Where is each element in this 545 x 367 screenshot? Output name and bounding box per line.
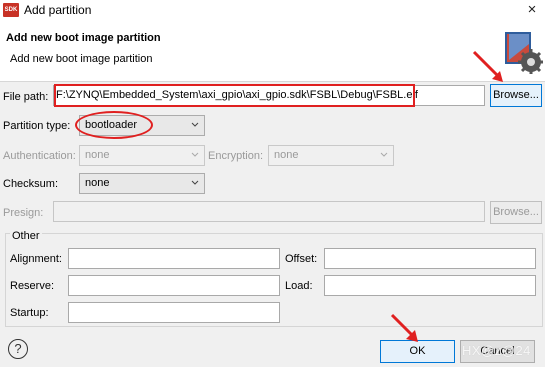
reserve-label: Reserve: (10, 280, 55, 292)
window-title: Add partition (24, 3, 92, 17)
watermark-text: HX@z@24 (462, 343, 531, 358)
checksum-label: Checksum: (3, 178, 59, 190)
encryption-select[interactable]: none (268, 145, 394, 166)
authentication-label: Authentication: (3, 150, 76, 162)
help-icon[interactable]: ? (8, 339, 28, 359)
presign-label: Presign: (3, 207, 44, 219)
dialog-header (0, 22, 545, 82)
checksum-select[interactable]: none (79, 173, 205, 194)
checksum-value: none (85, 177, 110, 189)
startup-label: Startup: (10, 307, 49, 319)
presign-input[interactable] (53, 201, 485, 222)
presign-browse-button[interactable]: Browse... (490, 201, 542, 224)
alignment-label: Alignment: (10, 253, 62, 265)
chevron-down-icon (380, 152, 388, 157)
chevron-down-icon (191, 122, 199, 127)
alignment-input[interactable] (68, 248, 280, 269)
startup-input[interactable] (68, 302, 280, 323)
header-description: Add new boot image partition (10, 53, 153, 65)
load-label: Load: (285, 280, 313, 292)
chevron-down-icon (191, 152, 199, 157)
partition-type-label: Partition type: (3, 120, 71, 132)
header-title: Add new boot image partition (6, 32, 161, 44)
authentication-value: none (85, 149, 110, 161)
reserve-input[interactable] (68, 275, 280, 296)
partition-type-highlight (75, 111, 153, 139)
other-group-label: Other (10, 230, 42, 242)
sdk-app-icon: SDK (3, 3, 19, 17)
offset-input[interactable] (324, 248, 536, 269)
encryption-value: none (274, 149, 299, 161)
load-input[interactable] (324, 275, 536, 296)
close-icon[interactable]: × (523, 1, 541, 19)
authentication-select[interactable]: none (79, 145, 205, 166)
file-path-label: File path: (3, 91, 49, 103)
chevron-down-icon (191, 180, 199, 185)
annotation-arrow-icon (390, 313, 418, 342)
offset-label: Offset: (285, 253, 318, 265)
file-path-highlight (54, 84, 415, 107)
annotation-arrow-icon (472, 50, 503, 82)
encryption-label: Encryption: (208, 150, 264, 162)
